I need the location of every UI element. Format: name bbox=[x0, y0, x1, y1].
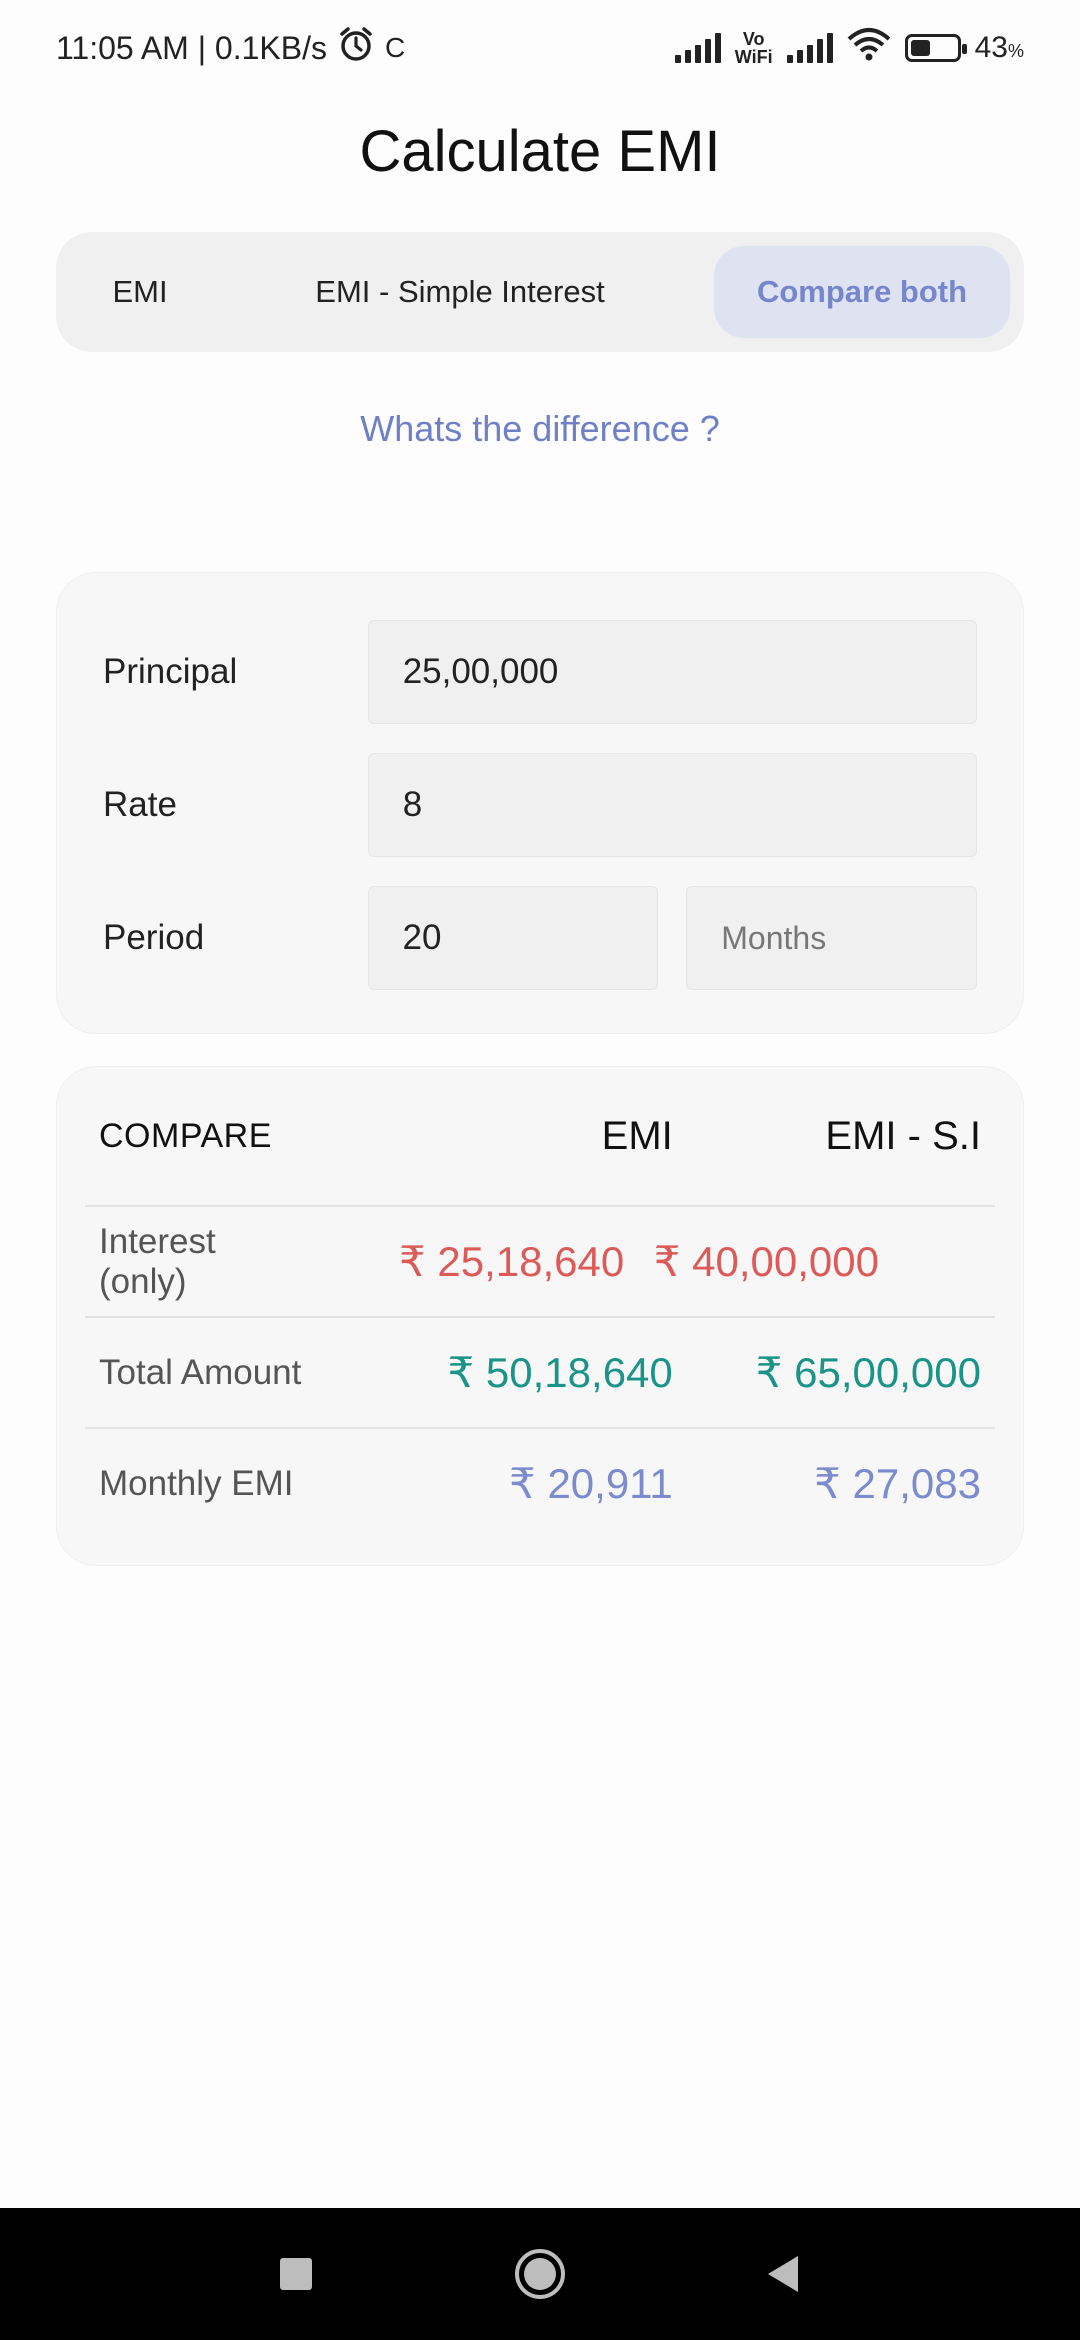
period-label: Period bbox=[103, 918, 205, 957]
compare-header: COMPARE EMI EMI - S.I bbox=[57, 1067, 1023, 1205]
total-label: Total Amount bbox=[99, 1352, 302, 1392]
signal-icon bbox=[674, 33, 721, 63]
battery-icon bbox=[904, 34, 967, 62]
status-time: 11:05 AM | 0.1KB/s bbox=[56, 29, 327, 66]
back-triangle-icon[interactable] bbox=[754, 2244, 814, 2304]
signal-icon-2 bbox=[786, 33, 833, 63]
compare-header-emi: EMI bbox=[601, 1113, 673, 1158]
home-circle-icon[interactable] bbox=[510, 2244, 570, 2304]
interest-emi-si-value: ₹ 40,00,000 bbox=[653, 1238, 879, 1285]
compare-row-monthly: Monthly EMI ₹ 20,911 ₹ 27,083 bbox=[85, 1427, 995, 1538]
compare-header-label: COMPARE bbox=[99, 1116, 272, 1155]
rate-row: Rate 8 bbox=[103, 752, 977, 858]
recents-square-icon[interactable] bbox=[266, 2244, 326, 2304]
period-unit-dropdown[interactable]: Months bbox=[686, 886, 977, 990]
battery-value: 43 bbox=[974, 31, 1008, 64]
interest-emi-value: ₹ 25,18,640 bbox=[399, 1238, 625, 1285]
page-title: Calculate EMI bbox=[359, 119, 721, 184]
tab-emi[interactable]: EMI bbox=[70, 246, 210, 338]
status-left: 11:05 AM | 0.1KB/s C bbox=[56, 25, 405, 71]
principal-row: Principal 25,00,000 bbox=[103, 619, 977, 725]
rate-label: Rate bbox=[103, 785, 177, 824]
interest-label: Interest (only) bbox=[99, 1221, 216, 1301]
difference-link[interactable]: Whats the difference ? bbox=[0, 408, 1080, 450]
wifi-icon bbox=[847, 27, 891, 69]
battery-fill bbox=[910, 40, 930, 56]
period-input[interactable]: 20 bbox=[367, 886, 659, 990]
input-card: Principal 25,00,000 Rate 8 Period 20 Mon… bbox=[56, 572, 1024, 1034]
vowifi-bottom: WiFi bbox=[734, 47, 773, 67]
monthly-label: Monthly EMI bbox=[99, 1463, 294, 1503]
status-bar: 11:05 AM | 0.1KB/s C Vo WiFi 43% bbox=[0, 0, 1080, 96]
navigation-bar bbox=[0, 2208, 1080, 2340]
mode-tabs: EMI EMI - Simple Interest Compare both bbox=[56, 232, 1024, 352]
total-emi-si-value: ₹ 65,00,000 bbox=[755, 1349, 981, 1396]
total-emi-value: ₹ 50,18,640 bbox=[447, 1349, 673, 1396]
compare-row-interest: Interest (only) ₹ 25,18,640 ₹ 40,00,000 bbox=[85, 1205, 995, 1316]
compare-header-emi-si: EMI - S.I bbox=[825, 1113, 981, 1158]
tab-compare-both[interactable]: Compare both bbox=[714, 246, 1010, 338]
screen: 11:05 AM | 0.1KB/s C Vo WiFi 43% Calcula… bbox=[0, 0, 1080, 2340]
battery-percent: 43% bbox=[975, 31, 1024, 65]
status-right: Vo WiFi 43% bbox=[674, 27, 1024, 69]
period-row: Period 20 Months bbox=[103, 885, 977, 991]
status-extra: C bbox=[384, 32, 406, 63]
monthly-emi-value: ₹ 20,911 bbox=[509, 1460, 673, 1507]
compare-row-total: Total Amount ₹ 50,18,640 ₹ 65,00,000 bbox=[85, 1316, 995, 1427]
rate-input[interactable]: 8 bbox=[367, 753, 977, 857]
principal-input[interactable]: 25,00,000 bbox=[367, 620, 977, 724]
principal-label: Principal bbox=[103, 652, 238, 691]
battery-unit: % bbox=[1007, 41, 1024, 61]
monthly-emi-si-value: ₹ 27,083 bbox=[814, 1460, 981, 1507]
vowifi-top: Vo bbox=[742, 29, 765, 49]
alarm-icon bbox=[337, 25, 375, 71]
vowifi-icon: Vo WiFi bbox=[735, 30, 773, 66]
compare-card: COMPARE EMI EMI - S.I Interest (only) ₹ … bbox=[56, 1066, 1024, 1566]
tab-emi-simple-interest[interactable]: EMI - Simple Interest bbox=[210, 246, 710, 338]
